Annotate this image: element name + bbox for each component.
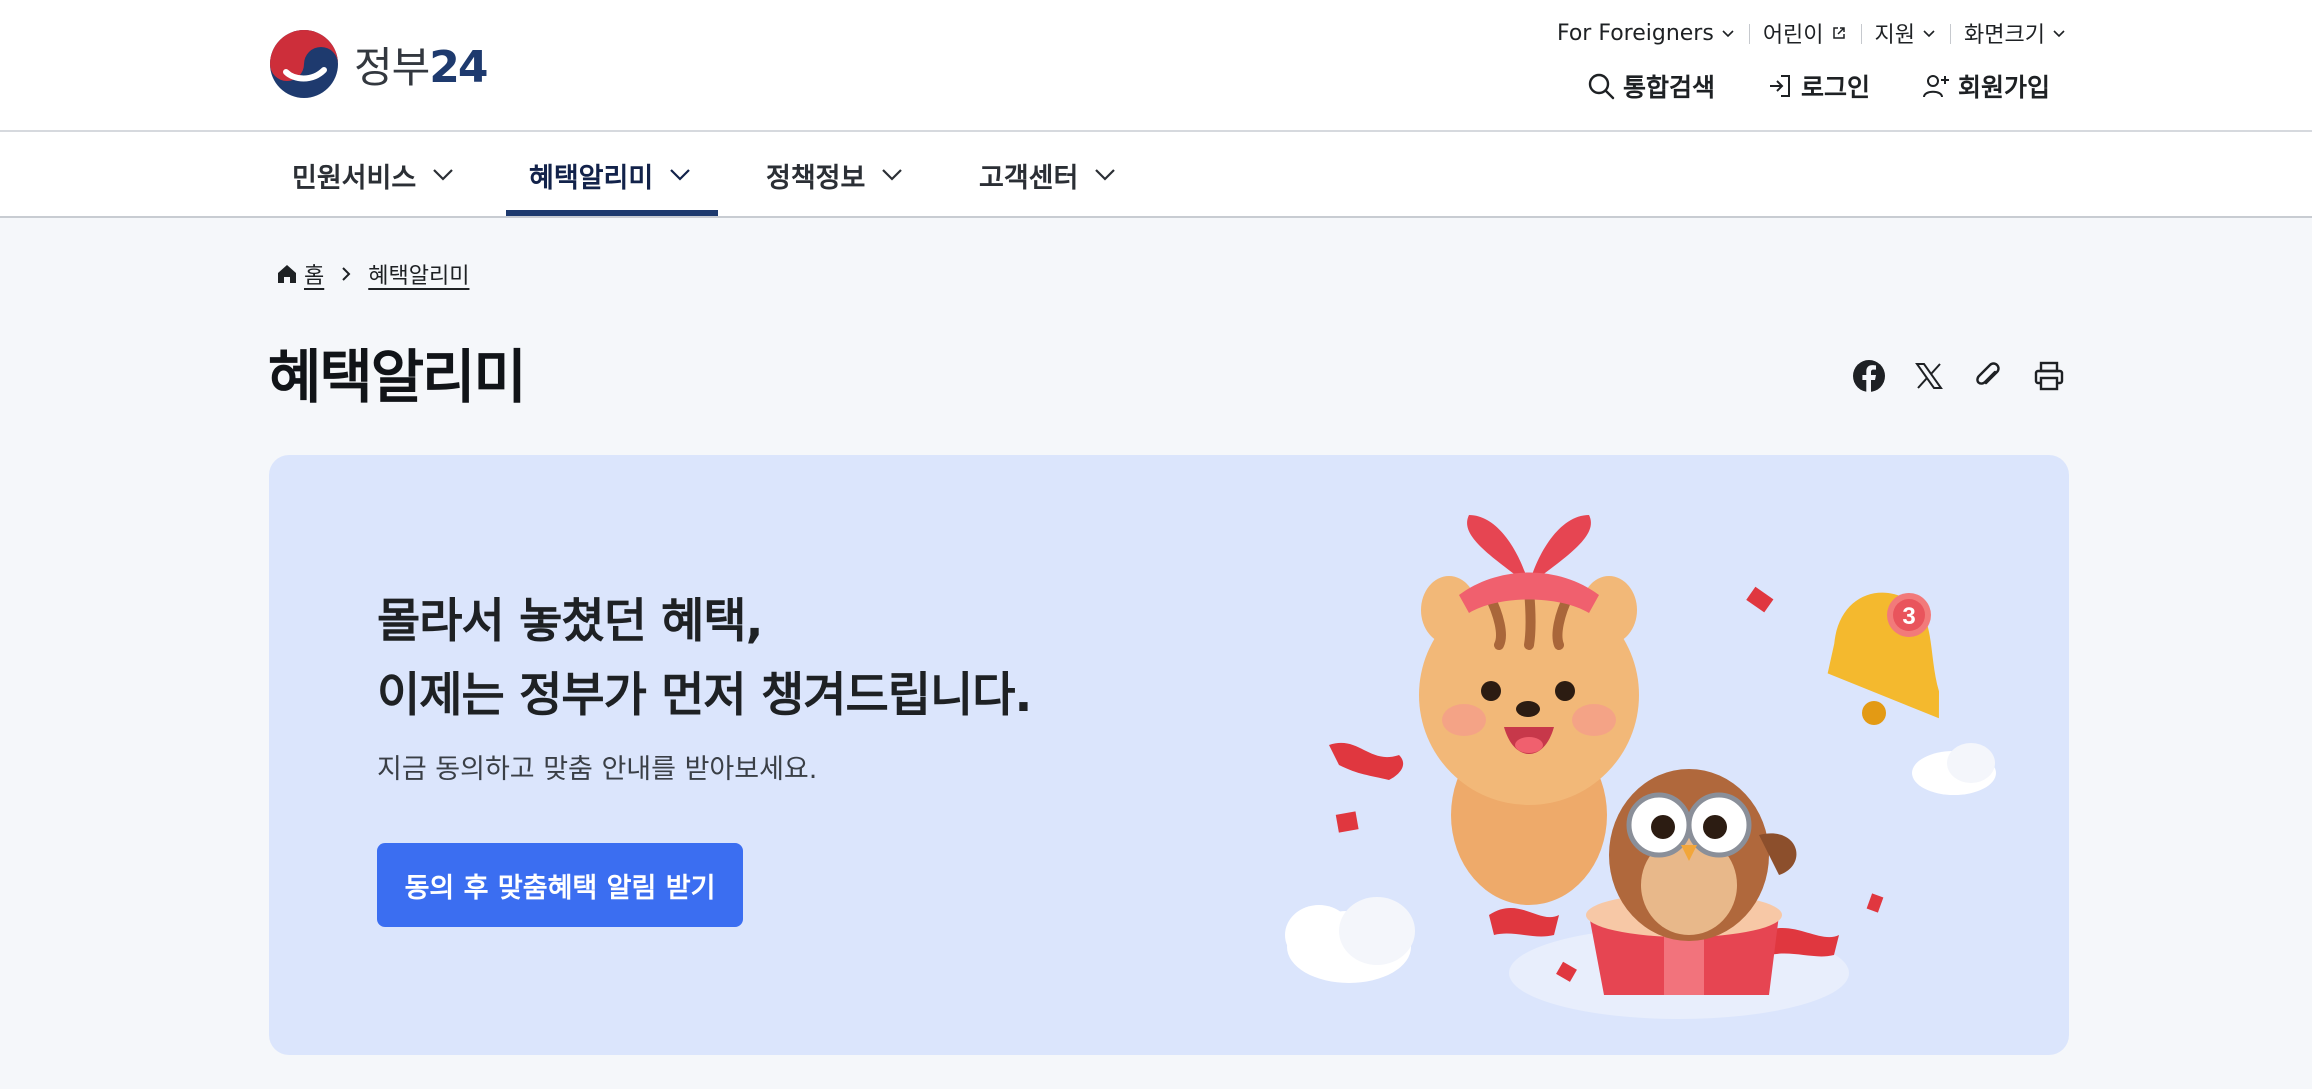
util-support-label: 지원 bbox=[1874, 23, 1916, 48]
share-facebook-button[interactable] bbox=[1849, 356, 1889, 396]
chevron-down-icon bbox=[433, 169, 453, 181]
util-support[interactable]: 지원 bbox=[1860, 17, 1950, 49]
print-button[interactable] bbox=[2029, 356, 2069, 396]
logo-number: 24 bbox=[429, 41, 488, 93]
squirrel-mascot bbox=[1419, 515, 1639, 905]
page-title: 혜택알리미 bbox=[268, 343, 527, 411]
site-logo[interactable]: 정부 24 bbox=[268, 28, 489, 100]
nav-customer-center-label: 고객센터 bbox=[979, 162, 1079, 194]
print-icon bbox=[2034, 361, 2064, 391]
chevron-down-icon bbox=[1722, 30, 1734, 38]
signup-label: 회원가입 bbox=[1957, 73, 2050, 102]
util-kids-label: 어린이 bbox=[1762, 23, 1824, 48]
external-link-icon bbox=[1832, 27, 1845, 39]
util-screen-size-label: 화면크기 bbox=[1964, 23, 2045, 48]
util-screen-size[interactable]: 화면크기 bbox=[1950, 17, 2066, 49]
copy-link-button[interactable] bbox=[1969, 356, 2009, 396]
hero-subtitle: 지금 동의하고 맞춤 안내를 받아보세요. bbox=[377, 754, 818, 785]
badge-count: 3 bbox=[1902, 603, 1915, 630]
cloud-right-icon bbox=[1912, 743, 1996, 795]
breadcrumb-home-label: 홈 bbox=[304, 264, 325, 289]
search-button[interactable]: 통합검색 bbox=[1587, 68, 1715, 104]
login-button[interactable]: 로그인 bbox=[1767, 68, 1870, 104]
main-navigation: 민원서비스 혜택알리미 정책정보 고객센터 bbox=[0, 132, 2312, 218]
user-menu: 통합검색 로그인 회원가입 bbox=[1535, 66, 2050, 106]
x-icon bbox=[1915, 363, 1943, 389]
link-clip-icon bbox=[1976, 362, 2000, 385]
breadcrumb: 홈 혜택알리미 bbox=[276, 258, 469, 290]
chevron-down-icon bbox=[882, 169, 903, 181]
notification-badge: 3 bbox=[1887, 593, 1931, 637]
nav-civil-services[interactable]: 민원서비스 bbox=[292, 132, 454, 218]
share-toolbar bbox=[1829, 356, 2069, 396]
utility-menu: For Foreigners 어린이 지원 화면크기 bbox=[1543, 16, 2066, 50]
nav-benefit-alert-label: 혜택알리미 bbox=[529, 162, 654, 194]
active-tab-indicator bbox=[506, 210, 718, 216]
chevron-down-icon bbox=[1095, 169, 1116, 181]
nav-customer-center[interactable]: 고객센터 bbox=[979, 132, 1116, 218]
logo-wordmark: 정부 24 bbox=[354, 34, 489, 95]
nav-benefit-alert[interactable]: 혜택알리미 bbox=[529, 132, 691, 218]
breadcrumb-current[interactable]: 혜택알리미 bbox=[368, 258, 469, 290]
login-label: 로그인 bbox=[1800, 73, 1870, 102]
signup-button[interactable]: 회원가입 bbox=[1922, 68, 2050, 104]
facebook-icon bbox=[1853, 360, 1885, 392]
taegeuk-logo-icon bbox=[270, 30, 338, 98]
hero-title: 몰라서 놓쳤던 혜택, 이제는 정부가 먼저 챙겨드립니다. bbox=[377, 585, 1032, 733]
util-foreigners[interactable]: For Foreigners bbox=[1543, 21, 1749, 46]
login-icon bbox=[1769, 75, 1790, 97]
benefit-hero-banner: 몰라서 놓쳤던 혜택, 이제는 정부가 먼저 챙겨드립니다. 지금 동의하고 맞… bbox=[269, 455, 2069, 1055]
chevron-down-icon bbox=[2053, 30, 2065, 38]
hero-title-line1: 몰라서 놓쳤던 혜택, bbox=[377, 594, 764, 649]
chevron-right-icon bbox=[342, 267, 351, 281]
search-label: 통합검색 bbox=[1622, 73, 1715, 102]
chevron-down-icon bbox=[1923, 30, 1935, 38]
nav-policy-info[interactable]: 정책정보 bbox=[766, 132, 903, 218]
hero-title-line2: 이제는 정부가 먼저 챙겨드립니다. bbox=[377, 668, 1032, 723]
add-user-icon bbox=[1922, 75, 1949, 98]
cloud-left-icon bbox=[1285, 897, 1415, 983]
util-kids[interactable]: 어린이 bbox=[1748, 17, 1861, 49]
search-icon bbox=[1588, 73, 1615, 100]
breadcrumb-home[interactable]: 홈 bbox=[276, 258, 324, 290]
chevron-down-icon bbox=[670, 169, 690, 181]
consent-benefit-alert-button[interactable]: 동의 후 맞춤혜택 알림 받기 bbox=[377, 843, 743, 927]
logo-text: 정부 bbox=[354, 42, 430, 92]
util-foreigners-label: For Foreigners bbox=[1556, 20, 1714, 46]
benefit-mascot-illustration: 3 bbox=[1285, 515, 1996, 1019]
nav-policy-info-label: 정책정보 bbox=[766, 162, 866, 194]
nav-civil-services-label: 민원서비스 bbox=[292, 162, 417, 194]
share-x-button[interactable] bbox=[1909, 356, 1949, 396]
site-header: 정부 24 For Foreigners 어린이 지원 화면크기 통합검색 로그인 bbox=[0, 0, 2312, 132]
home-icon bbox=[278, 265, 296, 283]
